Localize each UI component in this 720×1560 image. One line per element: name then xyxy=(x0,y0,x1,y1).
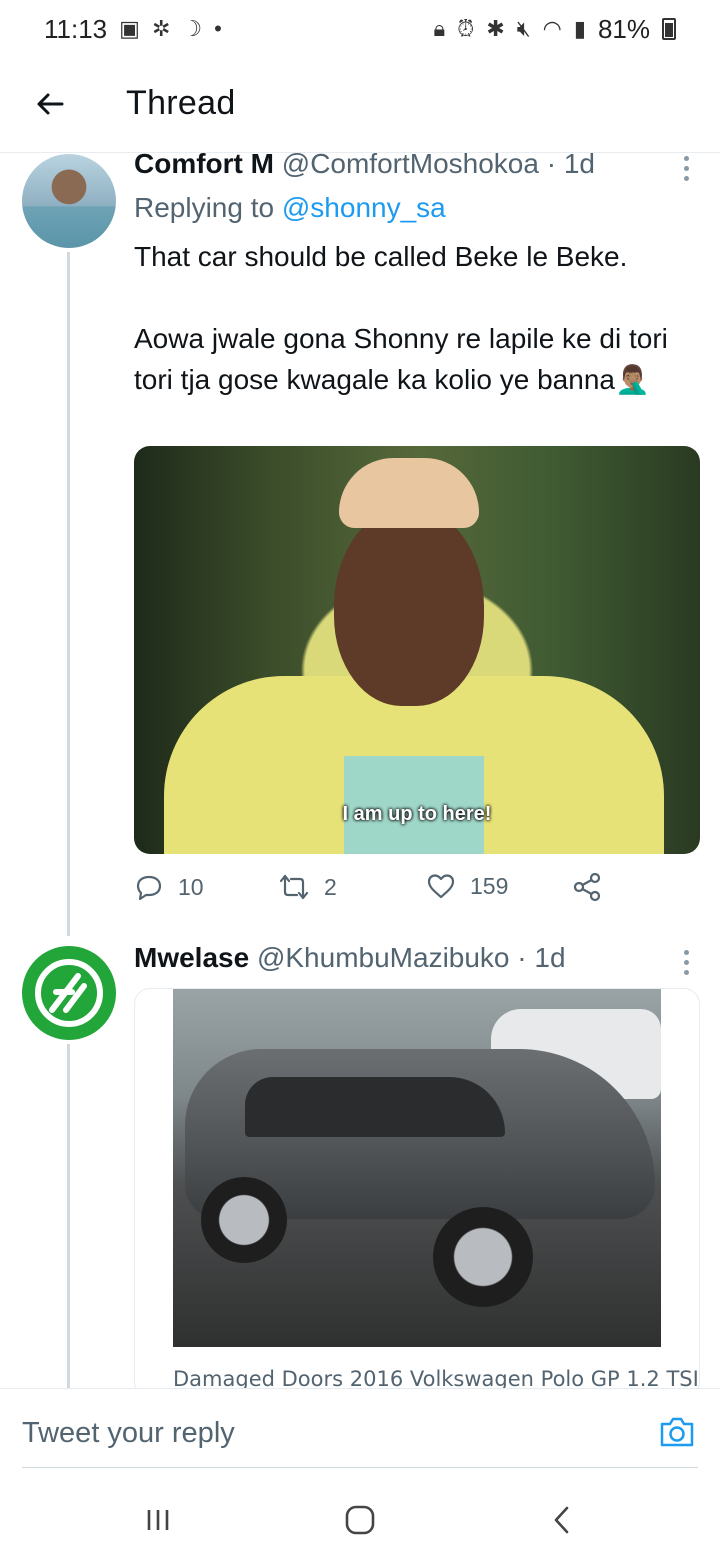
reply-count: 10 xyxy=(178,873,204,900)
tweet-header[interactable]: Comfort M @ComfortMoshokoa · 1d xyxy=(134,148,595,180)
page-title: Thread xyxy=(126,84,236,122)
image-caption: I am up to here! xyxy=(342,803,492,825)
tweet-age: · 1d xyxy=(546,148,595,179)
system-back-button[interactable] xyxy=(544,1502,580,1538)
brand-logo-icon xyxy=(35,959,103,1027)
replying-to: Replying to @shonny_sa xyxy=(134,192,446,224)
more-options-icon[interactable] xyxy=(682,156,690,181)
thread-connector xyxy=(67,1044,70,1390)
camera-icon xyxy=(660,1417,694,1447)
author-name: Mwelase xyxy=(134,942,250,973)
home-button[interactable] xyxy=(342,1502,378,1538)
reply-button[interactable]: 10 xyxy=(134,872,204,902)
battery-icon xyxy=(662,18,676,40)
reply-input[interactable]: Tweet your reply xyxy=(22,1417,235,1450)
recents-button[interactable] xyxy=(140,1502,176,1538)
fan-icon: ✲ xyxy=(151,16,171,41)
system-nav-bar xyxy=(0,1476,720,1560)
battery-percent: 81% xyxy=(597,13,650,44)
mute-icon: 🔇︎ xyxy=(516,16,531,41)
dot-icon: • xyxy=(214,16,222,41)
tweet-actions: 10 2 159 xyxy=(134,872,614,908)
replying-handle-link[interactable]: @shonny_sa xyxy=(282,192,446,223)
link-card[interactable]: Damaged Doors 2016 Volkswagen Polo GP 1.… xyxy=(134,988,700,1398)
home-icon xyxy=(345,1505,375,1535)
status-time: 11:13 xyxy=(44,13,108,44)
author-handle: @KhumbuMazibuko xyxy=(256,942,510,973)
replying-prefix: Replying to xyxy=(134,192,275,223)
signal-icon: ▮ xyxy=(573,16,586,41)
thread-header: Thread xyxy=(0,58,720,153)
retweet-count: 2 xyxy=(324,873,337,900)
arrow-left-icon xyxy=(37,93,64,115)
like-count: 159 xyxy=(470,872,509,899)
avatar[interactable] xyxy=(22,154,116,248)
author-name: Comfort M xyxy=(134,148,274,179)
card-image xyxy=(173,989,661,1347)
status-left: 11:13 ▣ ✲ ☽ • xyxy=(44,14,222,45)
reply-bar: Tweet your reply xyxy=(0,1388,720,1476)
like-button[interactable]: 159 xyxy=(426,872,508,900)
chevron-left-icon xyxy=(554,1506,569,1534)
tweet-image[interactable]: I am up to here! xyxy=(134,446,700,854)
moon-icon: ☽ xyxy=(182,16,203,41)
camera-button[interactable] xyxy=(658,1413,696,1451)
avatar[interactable] xyxy=(22,946,116,1040)
status-bar: 11:13 ▣ ✲ ☽ • 🔒︎ ⏰︎ ✱ 🔇︎ ◠ ▮ 81% xyxy=(0,0,720,58)
author-handle: @ComfortMoshokoa xyxy=(281,148,539,179)
tweet-header[interactable]: Mwelase @KhumbuMazibuko · 1d xyxy=(134,942,566,974)
share-button[interactable] xyxy=(572,872,602,902)
more-options-icon[interactable] xyxy=(682,950,690,975)
tweet-text: That car should be called Beke le Beke. … xyxy=(134,236,694,400)
heart-icon xyxy=(427,874,455,899)
retweet-button[interactable]: 2 xyxy=(278,872,337,902)
tweet-age: · 1d xyxy=(517,942,566,973)
tweet-text-line: Aowa jwale gona Shonny re lapile ke di t… xyxy=(134,323,668,395)
tweet-text-line: That car should be called Beke le Beke. xyxy=(134,241,628,272)
lock-icon: 🔒︎ xyxy=(433,16,446,41)
back-button[interactable] xyxy=(30,84,70,124)
reply-icon xyxy=(136,875,162,901)
status-right: 🔒︎ ⏰︎ ✱ 🔇︎ ◠ ▮ 81% xyxy=(433,14,676,45)
alarm-icon: ⏰︎ xyxy=(457,16,475,41)
bluetooth-icon: ✱ xyxy=(486,16,505,41)
gallery-icon: ▣ xyxy=(119,16,140,41)
retweet-icon xyxy=(279,874,309,900)
share-icon xyxy=(573,872,601,902)
thread-connector xyxy=(67,252,70,936)
wifi-icon: ◠ xyxy=(542,16,562,41)
recents-icon xyxy=(147,1510,169,1530)
